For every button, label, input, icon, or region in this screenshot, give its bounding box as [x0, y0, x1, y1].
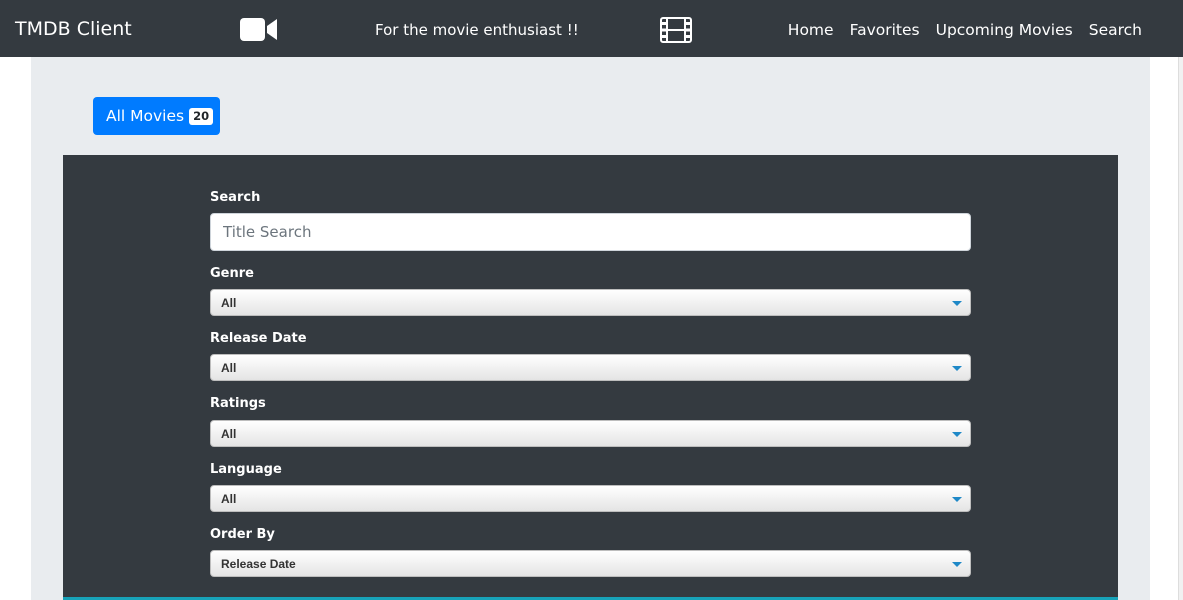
order-by-select[interactable]: Release Date — [210, 550, 971, 577]
language-select[interactable]: All — [210, 485, 971, 512]
page-scrollbar[interactable] — [1178, 57, 1183, 600]
search-label: Search — [210, 190, 261, 205]
nav-link-favorites[interactable]: Favorites — [850, 19, 920, 41]
chevron-down-icon — [952, 366, 962, 371]
chevron-down-icon — [952, 301, 962, 306]
release-date-label: Release Date — [210, 331, 307, 346]
chevron-down-icon — [952, 562, 962, 567]
chevron-down-icon — [952, 432, 962, 437]
genre-label: Genre — [210, 266, 254, 281]
order-by-label: Order By — [210, 527, 275, 542]
video-camera-icon — [240, 18, 277, 41]
order-by-selected-value: Release Date — [221, 557, 296, 571]
release-date-select[interactable]: All — [210, 354, 971, 381]
nav-link-search[interactable]: Search — [1089, 19, 1142, 41]
ratings-select[interactable]: All — [210, 420, 971, 447]
chevron-down-icon — [952, 497, 962, 502]
movie-count-badge: 20 — [189, 107, 214, 125]
all-movies-label: All Movies — [106, 107, 185, 125]
language-label: Language — [210, 462, 282, 477]
brand-link[interactable]: TMDB Client — [15, 17, 132, 41]
genre-selected-value: All — [221, 296, 237, 310]
all-movies-button[interactable]: All Movies 20 — [93, 97, 220, 135]
nav-link-upcoming-movies[interactable]: Upcoming Movies — [936, 19, 1073, 41]
film-strip-icon — [660, 17, 692, 43]
release-date-selected-value: All — [221, 361, 237, 375]
title-search-input[interactable] — [210, 213, 971, 251]
tagline: For the movie enthusiast !! — [375, 21, 579, 39]
nav-links: Home Favorites Upcoming Movies Search — [788, 19, 1142, 41]
top-navbar: TMDB Client For the movie enthusiast !! … — [0, 0, 1183, 57]
ratings-label: Ratings — [210, 396, 266, 411]
language-selected-value: All — [221, 492, 237, 506]
ratings-selected-value: All — [221, 427, 237, 441]
nav-link-home[interactable]: Home — [788, 19, 834, 41]
genre-select[interactable]: All — [210, 289, 971, 316]
